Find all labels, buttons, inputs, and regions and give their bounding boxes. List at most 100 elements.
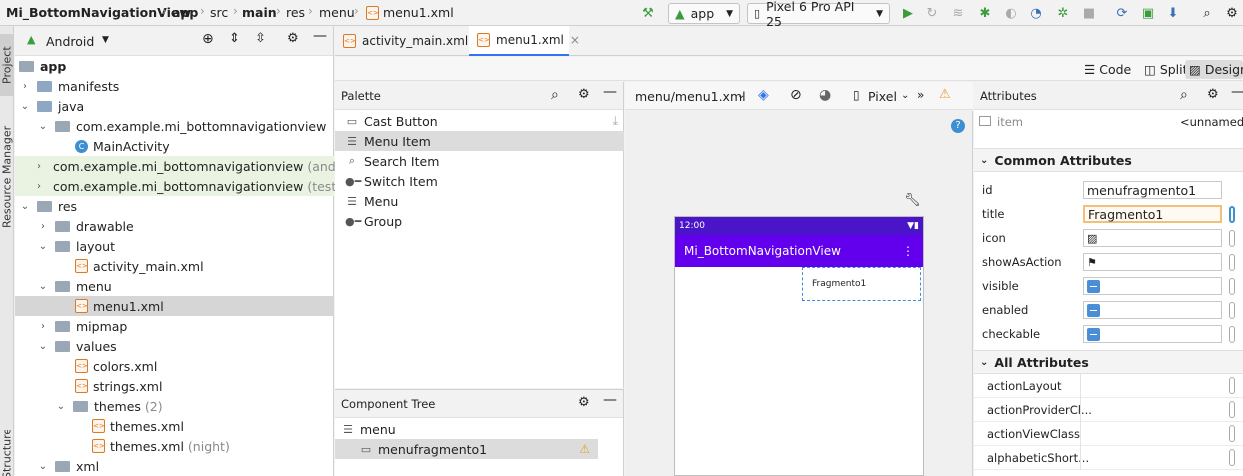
visible-field[interactable] [1083,277,1222,295]
search-icon[interactable]: ⌕ [551,87,559,103]
phone-preview[interactable]: 12:00 ▼▮ Mi_BottomNavigationView ⋮ Fragm… [674,216,924,476]
design-view-button[interactable]: ▨Design [1185,60,1243,79]
resource-picker-button[interactable] [1229,325,1235,343]
gear-icon[interactable]: ⚙ [578,395,590,410]
indeterminate-checkbox-icon[interactable] [1087,327,1100,341]
tree-item-colors[interactable]: <> colors.xml [15,356,334,376]
common-attributes-section[interactable]: ⌄ Common Attributes [974,148,1243,172]
chevron-right-icon[interactable]: › [37,321,49,332]
orientation-icon[interactable]: ⊘ [790,87,802,103]
view-mode-label[interactable]: Android [46,34,94,49]
tree-item-mainactivity[interactable]: C MainActivity [15,136,334,156]
chevron-right-icon[interactable]: › [37,181,41,192]
stop-icon[interactable]: ■ [1080,4,1098,22]
all-attributes-section[interactable]: ⌄ All Attributes [974,350,1243,374]
tree-node-menufragmento1[interactable]: ▭ menufragmento1 ⚠ [335,439,598,459]
chevron-down-icon[interactable]: ⌄ [901,90,909,101]
layers-icon[interactable]: ◈ [758,87,769,103]
layout-file-dropdown[interactable]: menu/menu1.xml [635,89,746,104]
code-view-button[interactable]: ☰ Code [1080,60,1135,79]
tree-item-menu[interactable]: ⌄ menu [15,276,334,296]
expand-all-icon[interactable]: ⇕ [229,31,240,46]
rerun-icon[interactable]: ↻ [923,4,941,22]
close-icon[interactable]: × [570,33,580,47]
tree-item-app[interactable]: app [15,56,334,76]
minimize-icon[interactable]: — [603,84,617,100]
settings-icon[interactable]: ⚙ [1223,4,1241,22]
chevron-right-icon[interactable]: › [37,221,49,232]
tree-item-package-test[interactable]: › com.example.mi_bottomnavigationview (tes… [15,176,341,196]
more-icon[interactable]: » [917,88,924,102]
breadcrumb-file[interactable]: menu1.xml [383,5,454,20]
apply-changes-icon[interactable]: ≋ [949,4,967,22]
gear-icon[interactable]: ⚙ [1207,87,1219,102]
resource-picker-button[interactable] [1229,229,1235,247]
breadcrumb-res[interactable]: res [286,5,305,20]
structure-tab[interactable]: Structure [0,430,14,476]
profiler-icon[interactable]: ◔ [1027,4,1045,22]
chevron-right-icon[interactable]: › [19,81,31,92]
tab-menu1[interactable]: <> menu1.xml × [469,26,580,56]
tree-node-menu[interactable]: ☰ menu [335,419,624,439]
breadcrumb-app[interactable]: app [172,5,198,20]
breadcrumb-main[interactable]: main [242,5,277,20]
chevron-down-icon[interactable]: ⌄ [37,281,49,292]
project-tool-tab[interactable]: Project [0,34,14,96]
tree-item-strings[interactable]: <> strings.xml [15,376,334,396]
chevron-down-icon[interactable]: ⌄ [37,461,49,472]
run-icon[interactable]: ▶ [899,4,917,22]
palette-item-menu-item[interactable]: ☰ Menu Item [335,131,624,151]
locate-icon[interactable]: ⊕ [202,31,214,47]
palette-item-search-item[interactable]: ⌕ Search Item [335,151,624,171]
resource-manager-tab[interactable]: Resource Manager [0,112,14,242]
tree-item-layout[interactable]: ⌄ layout [15,236,334,256]
split-view-button[interactable]: ◫ Split [1140,60,1192,79]
debug-icon[interactable]: ✱ [976,4,994,22]
palette-item-cast-button[interactable]: ▭ Cast Button ⤓ [335,111,624,131]
hammer-icon[interactable]: ⚒ [639,4,657,22]
resource-picker-button[interactable] [1229,449,1235,466]
night-mode-icon[interactable]: ◕ [819,87,831,103]
show-as-action-field[interactable]: ⚑ [1083,253,1222,271]
profile-icon[interactable]: ◐ [1002,4,1020,22]
collapse-all-icon[interactable]: ⇳ [255,31,266,46]
chevron-down-icon[interactable]: ⌄ [737,90,745,101]
indeterminate-checkbox-icon[interactable] [1087,303,1100,317]
chevron-down-icon[interactable]: ⌄ [19,101,31,112]
search-icon[interactable]: ⌕ [1198,4,1216,22]
chevron-down-icon[interactable]: ⌄ [19,201,31,212]
minimize-icon[interactable]: — [603,392,617,408]
minimize-icon[interactable]: — [313,28,327,44]
gear-icon[interactable]: ⚙ [578,87,590,102]
chevron-right-icon[interactable]: › [37,161,41,172]
chevron-down-icon[interactable]: ▼ [102,35,109,45]
overflow-menu-popup[interactable]: Fragmento1 [802,267,921,301]
tree-item-drawable[interactable]: › drawable [15,216,334,236]
resource-picker-button[interactable] [1229,401,1235,418]
tree-item-xml[interactable]: ⌄ xml [15,456,334,476]
tree-item-package[interactable]: ⌄ com.example.mi_bottomnavigationview [15,116,334,136]
sync-gradle-icon[interactable]: ⟳ [1113,4,1131,22]
tree-item-themes[interactable]: ⌄ themes (2) [15,396,334,416]
attr-row-action-view-class[interactable]: actionViewClass [974,422,1243,446]
resource-picker-button[interactable] [1229,301,1235,319]
tree-item-activity-main[interactable]: <> activity_main.xml [15,256,334,276]
resource-picker-button[interactable] [1229,253,1235,271]
tree-item-themes-xml[interactable]: <> themes.xml [15,416,334,436]
attr-row-alphabetic-shortcut[interactable]: alphabeticShort... [974,446,1243,470]
overflow-menu-icon[interactable]: ⋮ [902,244,914,258]
breadcrumb-src[interactable]: src [210,5,228,20]
chevron-down-icon[interactable]: ⌄ [37,341,49,352]
gear-icon[interactable]: ⚙ [287,31,299,46]
indeterminate-checkbox-icon[interactable] [1087,279,1100,293]
minimize-icon[interactable]: — [1231,84,1243,100]
chevron-down-icon[interactable]: ⌄ [55,401,67,412]
breadcrumb-menu[interactable]: menu [319,5,355,20]
run-config-dropdown[interactable]: ▲ app ▼ [668,3,740,24]
device-dropdown[interactable]: ▯ Pixel 6 Pro API 25 ▼ [747,0,890,29]
chevron-down-icon[interactable]: ⌄ [37,121,49,132]
tree-item-menu1[interactable]: <> menu1.xml [15,296,334,316]
tree-item-manifests[interactable]: › manifests [15,76,334,96]
attr-row-action-provider[interactable]: actionProviderCl... [974,398,1243,422]
tree-item-values[interactable]: ⌄ values [15,336,334,356]
